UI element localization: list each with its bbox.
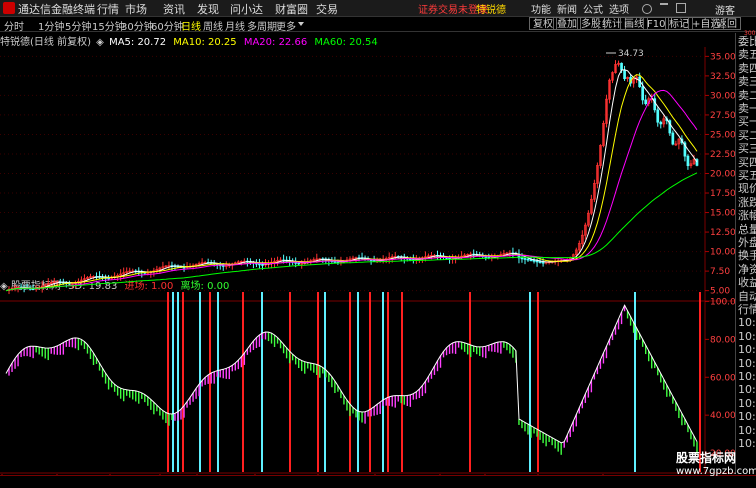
candle-body	[656, 109, 660, 123]
candle-body	[644, 99, 648, 105]
candle-body	[258, 263, 261, 266]
signal-lines-layer	[167, 292, 701, 472]
candle-body	[535, 260, 539, 263]
indicator-line	[5, 304, 698, 444]
candle-body	[523, 258, 527, 260]
right-panel-label: 买二	[738, 128, 756, 142]
indicator-axis-label: 60.00	[710, 373, 736, 383]
price-axis-label: 17.50	[710, 189, 736, 199]
watermark-url: www.7gpzb.com	[676, 466, 756, 477]
price-axis-label: 22.50	[710, 150, 736, 160]
price-axis-label: 30.00	[710, 91, 736, 101]
right-panel-label: 收益	[738, 276, 756, 290]
price-axis-label: 32.50	[710, 72, 736, 82]
right-panel-label: 涨幅	[738, 209, 756, 223]
candle-body	[31, 288, 35, 291]
chart-canvas[interactable]: 35.00 32.50 30.00 27.50 25.00 22.50 20.00 17.50…	[0, 0, 756, 487]
candle-body	[261, 264, 264, 266]
price-axis-label: 25.00	[710, 130, 736, 140]
ma10-line	[5, 74, 698, 292]
price-axis-label: 10.00	[710, 248, 736, 258]
right-panel-label: 卖二	[738, 88, 756, 102]
right-small-label: 3000	[744, 30, 756, 37]
right-panel-label: 10:20	[738, 383, 756, 397]
indicator-axis-label: 40.00	[710, 411, 736, 421]
right-panel-label: 卖五	[738, 48, 756, 62]
right-info-panel: 委比 卖五 卖四 卖三 卖二 卖一 买一 买二 买三 买四 买五 现价 涨跌 涨幅 总量 外盘 换手 净资 收益 自动…	[735, 33, 756, 473]
right-panel-label: 涨跌	[738, 195, 756, 209]
candle-body	[686, 155, 690, 167]
right-panel-label: 自动	[738, 289, 756, 303]
right-panel-label: 10:20	[738, 437, 756, 450]
candle-body	[520, 257, 524, 260]
right-panel-label: 10:20	[738, 396, 756, 410]
price-axis-label: 7.50	[710, 267, 730, 277]
right-panel-label: 买五	[738, 169, 756, 182]
watermark-title: 股票指标网	[676, 451, 737, 465]
right-panel-label: 卖三	[738, 75, 756, 89]
candle-body	[221, 265, 225, 267]
candle-body	[641, 86, 645, 101]
candle-body	[620, 62, 623, 71]
indicator-axis-label: 80.00	[710, 335, 736, 345]
right-panel-label: 10:20	[738, 343, 756, 357]
right-panel-label: 净资	[738, 262, 756, 276]
right-panel-label: 10:20	[738, 316, 756, 330]
price-axis-label: 20.00	[710, 170, 736, 180]
right-panel-label: 行情	[738, 303, 756, 316]
candle-body	[541, 261, 545, 264]
candle-body	[408, 258, 412, 261]
right-panel-label: 卖四	[738, 61, 756, 75]
axis-layer: 35.00 32.50 30.00 27.50 25.00 22.50 20.00 17.50…	[1, 52, 742, 487]
right-panel-label: 10:20	[738, 356, 756, 370]
ma-lines-layer	[5, 69, 698, 292]
price-axis-label: 5.00	[710, 287, 730, 297]
price-axis-label: 15.00	[710, 209, 736, 219]
candle-body	[529, 259, 533, 262]
price-axis-label: 12.50	[710, 228, 736, 238]
right-panel-label: 10:20	[738, 370, 756, 383]
candle-body	[623, 69, 626, 80]
candle-body	[532, 259, 536, 262]
right-panel-label: 10:20	[738, 423, 756, 437]
indicator-histogram-layer	[5, 304, 698, 455]
peak-price-label: 34.73	[618, 49, 644, 59]
price-axis-label: 35.00	[710, 52, 736, 62]
right-panel-label: 现价	[738, 182, 756, 196]
right-panel-label: 卖一	[738, 102, 756, 115]
candle-body	[538, 261, 542, 263]
time-axis-bar	[0, 475, 756, 488]
right-panel-label: 换手	[738, 249, 756, 263]
right-panel-label: 10:20	[738, 410, 756, 424]
right-panel-label: 外盘	[738, 236, 756, 249]
candle-body	[526, 258, 530, 261]
right-panel-label: 买四	[738, 155, 756, 169]
right-panel-label: 总量	[738, 222, 756, 236]
candle-body	[297, 262, 301, 265]
right-panel-label: 10:20	[738, 329, 756, 343]
candle-body	[333, 261, 337, 263]
right-panel-label: 买一	[738, 115, 756, 129]
right-panel-label: 买三	[738, 142, 756, 156]
price-axis-label: 27.50	[710, 111, 736, 121]
candle-body	[659, 121, 663, 125]
candle-body	[671, 132, 675, 145]
ma5-line	[5, 69, 698, 292]
